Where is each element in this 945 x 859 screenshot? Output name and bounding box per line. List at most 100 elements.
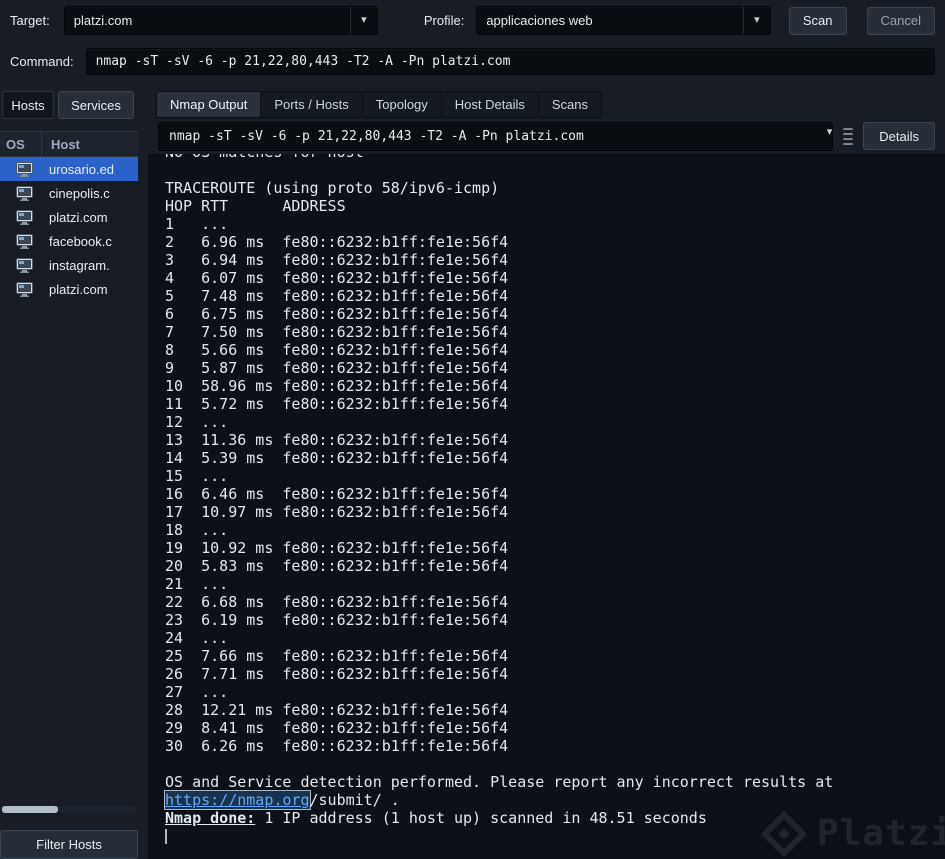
traceroute-row: 13 11.36 ms fe80::6232:b1ff:fe1e:56f4 xyxy=(165,431,509,449)
tab-topology[interactable]: Topology xyxy=(362,91,442,118)
command-input[interactable] xyxy=(85,48,935,75)
traceroute-row: 22 6.68 ms fe80::6232:b1ff:fe1e:56f4 xyxy=(165,593,509,611)
traceroute-row: 8 5.66 ms fe80::6232:b1ff:fe1e:56f4 xyxy=(165,341,509,359)
traceroute-row: 29 8.41 ms fe80::6232:b1ff:fe1e:56f4 xyxy=(165,719,509,737)
target-row: Target: ▾ Profile: ▾ Scan Cancel xyxy=(0,0,945,41)
traceroute-row: 24 ... xyxy=(165,629,283,647)
profile-combo: ▾ xyxy=(476,6,771,35)
host-monitor-icon xyxy=(0,233,48,249)
command-row: Command: xyxy=(0,41,945,82)
host-row[interactable]: platzi.com xyxy=(0,277,138,301)
nmap-output-pane[interactable]: No OS matches for host TRACEROUTE (using… xyxy=(148,154,945,859)
hosts-toggle-button[interactable]: Hosts xyxy=(2,91,54,119)
host-row[interactable]: facebook.c xyxy=(0,229,138,253)
target-label: Target: xyxy=(10,13,50,28)
scan-history-value: nmap -sT -sV -6 -p 21,22,80,443 -T2 -A -… xyxy=(169,128,584,144)
host-list: urosario.ed cinepolis.c platzi.com facebook… xyxy=(0,157,138,301)
traceroute-row: 14 5.39 ms fe80::6232:b1ff:fe1e:56f4 xyxy=(165,449,509,467)
link-suffix: /submit/ . xyxy=(309,791,400,809)
profile-label: Profile: xyxy=(423,13,465,28)
host-name: instagram. xyxy=(49,257,110,273)
nmap-done-line: Nmap done: 1 IP address (1 host up) scan… xyxy=(165,809,945,827)
services-toggle-button[interactable]: Services xyxy=(58,91,134,119)
traceroute-row: 26 7.71 ms fe80::6232:b1ff:fe1e:56f4 xyxy=(165,665,509,683)
scan-history-dropdown-button[interactable]: ▾ xyxy=(827,123,833,150)
main-content: Hosts Services OS Host urosario.ed cinepo… xyxy=(0,82,945,859)
traceroute-rows: 1 ... 2 6.96 ms fe80::6232:b1ff:fe1e:56f… xyxy=(165,215,945,755)
host-monitor-icon xyxy=(0,161,48,177)
traceroute-row: 28 12.21 ms fe80::6232:b1ff:fe1e:56f4 xyxy=(165,701,509,719)
traceroute-row: 20 5.83 ms fe80::6232:b1ff:fe1e:56f4 xyxy=(165,557,509,575)
traceroute-row: 2 6.96 ms fe80::6232:b1ff:fe1e:56f4 xyxy=(165,233,509,251)
nmap-done-rest: 1 IP address (1 host up) scanned in 48.5… xyxy=(255,809,707,827)
traceroute-header: HOP RTT ADDRESS xyxy=(165,197,346,215)
traceroute-row: 12 ... xyxy=(165,413,283,431)
cancel-button[interactable]: Cancel xyxy=(866,6,935,35)
traceroute-row: 11 5.72 ms fe80::6232:b1ff:fe1e:56f4 xyxy=(165,395,509,413)
host-table: OS Host urosario.ed cinepolis.c platzi.com… xyxy=(0,131,138,301)
traceroute-title: TRACEROUTE (using proto 58/ipv6-icmp) xyxy=(165,179,500,197)
nmap-submit-link[interactable]: https://nmap.org xyxy=(165,791,310,809)
link-line: https://nmap.org/submit/ . xyxy=(165,791,945,809)
tab-host-details[interactable]: Host Details xyxy=(441,91,539,118)
traceroute-row: 6 6.75 ms fe80::6232:b1ff:fe1e:56f4 xyxy=(165,305,509,323)
drag-handle-icon[interactable] xyxy=(841,124,855,148)
command-label: Command: xyxy=(10,54,74,69)
output-blank-line xyxy=(165,161,945,179)
host-monitor-icon xyxy=(0,209,48,225)
host-column-header[interactable]: Host xyxy=(42,137,80,152)
traceroute-row: 30 6.26 ms fe80::6232:b1ff:fe1e:56f4 xyxy=(165,737,509,755)
host-monitor-icon xyxy=(0,281,48,297)
profile-input[interactable] xyxy=(477,7,743,34)
view-toggle: Hosts Services xyxy=(0,91,138,119)
host-table-header: OS Host xyxy=(0,131,138,157)
scan-toolbar: Target: ▾ Profile: ▾ Scan Cancel Command… xyxy=(0,0,945,82)
host-name: facebook.c xyxy=(49,233,112,249)
target-combo: ▾ xyxy=(63,6,378,35)
details-button[interactable]: Details xyxy=(863,122,935,150)
os-detection-note: OS and Service detection performed. Plea… xyxy=(165,773,834,791)
traceroute-row: 23 6.19 ms fe80::6232:b1ff:fe1e:56f4 xyxy=(165,611,509,629)
os-column-header[interactable]: OS xyxy=(0,132,42,156)
tab-scans[interactable]: Scans xyxy=(538,91,603,118)
host-list-hscrollbar xyxy=(0,806,136,813)
traceroute-row: 27 ... xyxy=(165,683,283,701)
target-input[interactable] xyxy=(64,7,350,34)
profile-dropdown-button[interactable]: ▾ xyxy=(742,7,770,34)
chevron-down-icon: ▾ xyxy=(361,14,367,26)
results-panel: Nmap Output Ports / Hosts Topology Host … xyxy=(148,91,945,859)
nmap-done-label: Nmap done: xyxy=(165,809,256,827)
hscrollbar-thumb[interactable] xyxy=(2,806,58,813)
host-name: platzi.com xyxy=(49,281,108,297)
output-clipped-line: No OS matches for host xyxy=(165,154,945,161)
host-row[interactable]: urosario.ed xyxy=(0,157,138,181)
tab-bar: Nmap Output Ports / Hosts Topology Host … xyxy=(148,91,945,118)
host-name: urosario.ed xyxy=(49,161,115,177)
traceroute-row: 25 7.66 ms fe80::6232:b1ff:fe1e:56f4 xyxy=(165,647,509,665)
traceroute-row: 17 10.97 ms fe80::6232:b1ff:fe1e:56f4 xyxy=(165,503,509,521)
host-monitor-icon xyxy=(0,185,48,201)
traceroute-row: 15 ... xyxy=(165,467,283,485)
traceroute-row: 3 6.94 ms fe80::6232:b1ff:fe1e:56f4 xyxy=(165,251,509,269)
tab-nmap-output[interactable]: Nmap Output xyxy=(156,91,262,118)
cursor-line xyxy=(165,827,945,845)
tab-ports-hosts[interactable]: Ports / Hosts xyxy=(261,91,363,118)
chevron-down-icon: ▾ xyxy=(754,14,760,26)
host-row[interactable]: cinepolis.c xyxy=(0,181,138,205)
host-name: cinepolis.c xyxy=(49,185,110,201)
traceroute-row: 18 ... xyxy=(165,521,283,539)
scan-history-select[interactable]: nmap -sT -sV -6 -p 21,22,80,443 -T2 -A -… xyxy=(158,121,834,151)
traceroute-row: 5 7.48 ms fe80::6232:b1ff:fe1e:56f4 xyxy=(165,287,509,305)
traceroute-row: 19 10.92 ms fe80::6232:b1ff:fe1e:56f4 xyxy=(165,539,509,557)
output-blank-line xyxy=(165,755,945,773)
traceroute-row: 4 6.07 ms fe80::6232:b1ff:fe1e:56f4 xyxy=(165,269,509,287)
host-monitor-icon xyxy=(0,257,48,273)
scan-button[interactable]: Scan xyxy=(788,6,847,35)
host-row[interactable]: platzi.com xyxy=(0,205,138,229)
traceroute-row: 10 58.96 ms fe80::6232:b1ff:fe1e:56f4 xyxy=(165,377,509,395)
host-row[interactable]: instagram. xyxy=(0,253,138,277)
target-dropdown-button[interactable]: ▾ xyxy=(349,7,377,34)
host-name: platzi.com xyxy=(49,209,108,225)
filter-hosts-button[interactable]: Filter Hosts xyxy=(0,830,138,859)
chevron-down-icon: ▾ xyxy=(826,125,833,138)
